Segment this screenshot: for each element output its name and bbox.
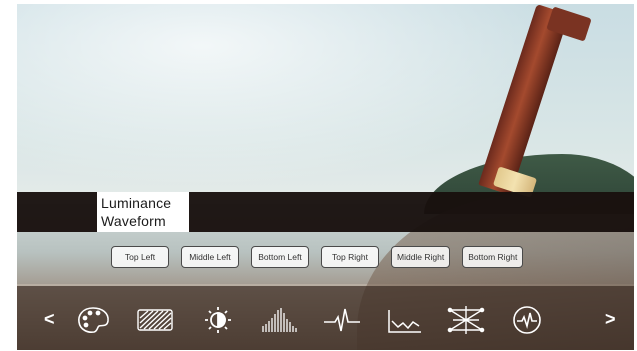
histogram-icon[interactable]	[260, 304, 298, 336]
position-top-right-button[interactable]: Top Right	[321, 246, 379, 268]
position-bottom-right-button[interactable]: Bottom Right	[462, 246, 524, 268]
palette-icon[interactable]	[74, 304, 112, 336]
position-options: Top Left Middle Left Bottom Left Top Rig…	[111, 246, 524, 268]
monitor-screen: Luminance Waveform Top Left Middle Left …	[17, 4, 634, 350]
brightness-icon[interactable]	[199, 304, 237, 336]
panel-title: Luminance Waveform	[101, 194, 189, 230]
panel-title-line2: Waveform	[101, 213, 166, 229]
zebra-stripes-icon[interactable]	[136, 304, 174, 336]
luma-curve-icon[interactable]	[385, 304, 423, 336]
vectorscope-icon[interactable]	[447, 304, 485, 336]
next-arrow-button[interactable]: >	[605, 309, 616, 330]
waveform-icon[interactable]	[323, 304, 361, 336]
scope-circle-icon[interactable]	[508, 304, 546, 336]
position-top-left-button[interactable]: Top Left	[111, 246, 169, 268]
position-middle-left-button[interactable]: Middle Left	[181, 246, 239, 268]
position-middle-right-button[interactable]: Middle Right	[391, 246, 451, 268]
panel-title-line1: Luminance	[101, 195, 172, 211]
prev-arrow-button[interactable]: <	[44, 309, 55, 330]
position-bottom-left-button[interactable]: Bottom Left	[251, 246, 309, 268]
